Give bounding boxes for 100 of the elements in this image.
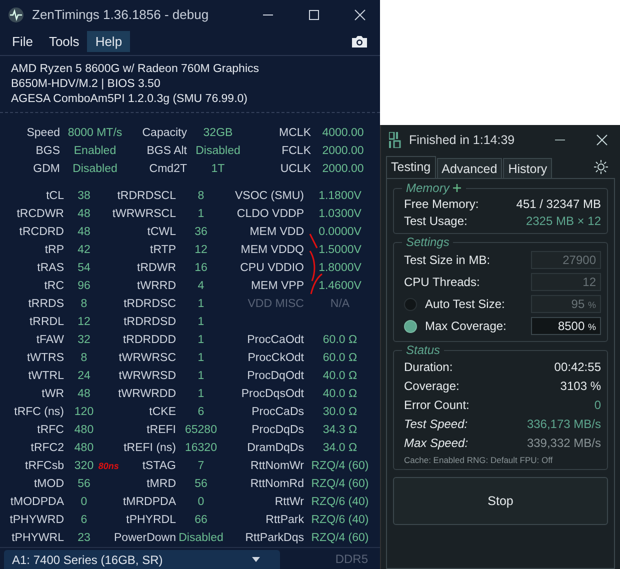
timing-label: FCLK [282, 144, 311, 157]
timing-value: 54 [78, 262, 90, 274]
group-title: Memory [406, 181, 450, 195]
timing-label: tCWL [147, 226, 176, 238]
timing-label: tRTP [150, 244, 176, 256]
timing-value: 0.0000V [318, 226, 362, 238]
group-title: Settings [406, 235, 450, 249]
timing-label: tPHYWRD [10, 514, 64, 526]
timing-value: 40.0 Ω [322, 370, 358, 382]
field-value: 00:42:55 [554, 360, 601, 374]
timing-label: Cmd2T [149, 162, 187, 175]
timing-value: RZQ/4 (60) [311, 460, 369, 472]
timing-value: 96 [78, 280, 90, 292]
timing-value: RZQ/4 (60) [311, 478, 369, 490]
sparkle-icon [453, 184, 462, 192]
tab[interactable]: Testing [386, 156, 436, 178]
timing-label: tWRWRSC [118, 352, 176, 364]
timing-label: GDM [33, 162, 60, 175]
timing-value: 40.0 Ω [322, 388, 358, 400]
field-label: CPU Threads: [404, 275, 481, 289]
timing-label: tRC [44, 280, 64, 292]
timing-label: ProcCaOdt [247, 334, 304, 346]
maximize-icon[interactable] [308, 8, 320, 21]
timing-label: tWRWRSCL [112, 208, 176, 220]
close-icon[interactable] [354, 8, 366, 21]
timing-value: 7 [198, 460, 204, 472]
camera-icon[interactable] [351, 35, 368, 48]
timing-value: N/A [330, 298, 350, 310]
window-title: ZenTimings 1.36.1856 - debug [32, 7, 210, 22]
timing-label: tRDRDSCL [117, 190, 176, 202]
timing-value: 2000.00 [322, 144, 364, 157]
timing-value: 42 [78, 244, 90, 256]
timing-label: ProcDqsOdt [241, 388, 304, 400]
timing-label: VDD MISC [248, 298, 304, 310]
timing-value: 23 [78, 532, 90, 544]
timing-label: MEM VPP [250, 280, 304, 292]
timing-label: tRCDRD [19, 226, 64, 238]
timing-label: tMRD [146, 478, 176, 490]
menu-item[interactable]: Tools [40, 31, 88, 52]
timing-value: 34.3 Ω [322, 424, 358, 436]
timing-label: BGS Alt [146, 144, 187, 157]
timing-value: 1.5000V [318, 244, 362, 256]
timing-value: 32 [78, 334, 90, 346]
timing-value: 48 [78, 208, 90, 220]
timing-label: tRFC (ns) [14, 406, 64, 418]
field-label: Test Usage: [404, 214, 468, 228]
timing-label: tSTAG [142, 460, 176, 472]
field-value: 336,173 MB/s [526, 416, 601, 430]
timing-value: 1 [198, 370, 204, 382]
radio-button[interactable] [404, 298, 417, 310]
memory-type-label: DDR5 [335, 552, 368, 566]
timing-label: MEM VDDQ [240, 244, 304, 256]
field-label: Error Count: [404, 398, 470, 412]
timing-value: 16320 [185, 442, 217, 454]
timing-value: 1.0300V [318, 208, 362, 220]
system-info-text: AGESA ComboAm5PI 1.2.0.3g (SMU 76.99.0) [11, 92, 249, 107]
timing-value: 48 [78, 388, 90, 400]
timing-value: 8 [198, 190, 204, 202]
close-icon[interactable] [596, 134, 608, 146]
menu-item[interactable]: File [4, 31, 41, 52]
timing-label: Speed [26, 126, 60, 139]
field-value: 0 [594, 398, 601, 412]
sun-icon[interactable] [594, 160, 608, 174]
timing-value: 6 [80, 514, 88, 526]
timing-value: 36 [194, 226, 208, 238]
module-dropdown[interactable]: A1: 7400 Series (16GB, SR) [4, 550, 280, 569]
timing-label: tWRRD [137, 280, 176, 292]
timing-value: 66 [194, 514, 208, 526]
timing-value: 1.1800V [318, 190, 362, 202]
timing-value: 8 [80, 298, 88, 310]
system-info-text: AMD Ryzen 5 8600G w/ Radeon 760M Graphics [11, 62, 260, 77]
timing-label: VSOC (SMU) [235, 190, 304, 202]
timing-value: 34.0 Ω [322, 442, 358, 454]
timing-label: tWRWRSD [118, 370, 176, 382]
timing-label: tRFCsb [25, 460, 64, 472]
timing-label: tREFI [146, 424, 176, 436]
timing-label: tMRDPDA [122, 496, 176, 508]
status-footer-text: Cache: Enabled RNG: Default FPU: Off [404, 455, 554, 465]
field-value: 339,332 MB/s [526, 436, 601, 450]
field-label: Test Size in MB: [404, 253, 492, 267]
timing-value: 0 [80, 496, 88, 508]
radio-label: Auto Test Size: [425, 297, 506, 311]
timing-value: 60.0 Ω [322, 334, 358, 346]
timing-label: ProcDqOdt [247, 370, 304, 382]
timing-label: tRDRDSC [124, 298, 176, 310]
field-label: Free Memory: [404, 196, 479, 210]
timing-label: tRRDL [29, 316, 64, 328]
menu-item[interactable]: Help [87, 31, 130, 52]
radio-button[interactable] [404, 320, 417, 332]
timing-label: RttNomWr [250, 460, 304, 472]
field-value: 2325 MB × 12 [526, 214, 601, 228]
tab[interactable]: History [503, 158, 552, 178]
tab[interactable]: Advanced [436, 158, 502, 178]
timing-label: tRFC2 [30, 442, 64, 454]
timing-value: 2000.00 [322, 162, 364, 175]
timing-value: 48 [78, 226, 90, 238]
stop-button[interactable]: Stop [393, 477, 608, 525]
input-field[interactable]: 8500 % [531, 317, 601, 335]
timing-value: RZQ/4 (60) [311, 532, 369, 544]
timing-label: CPU VDDIO [240, 262, 304, 274]
